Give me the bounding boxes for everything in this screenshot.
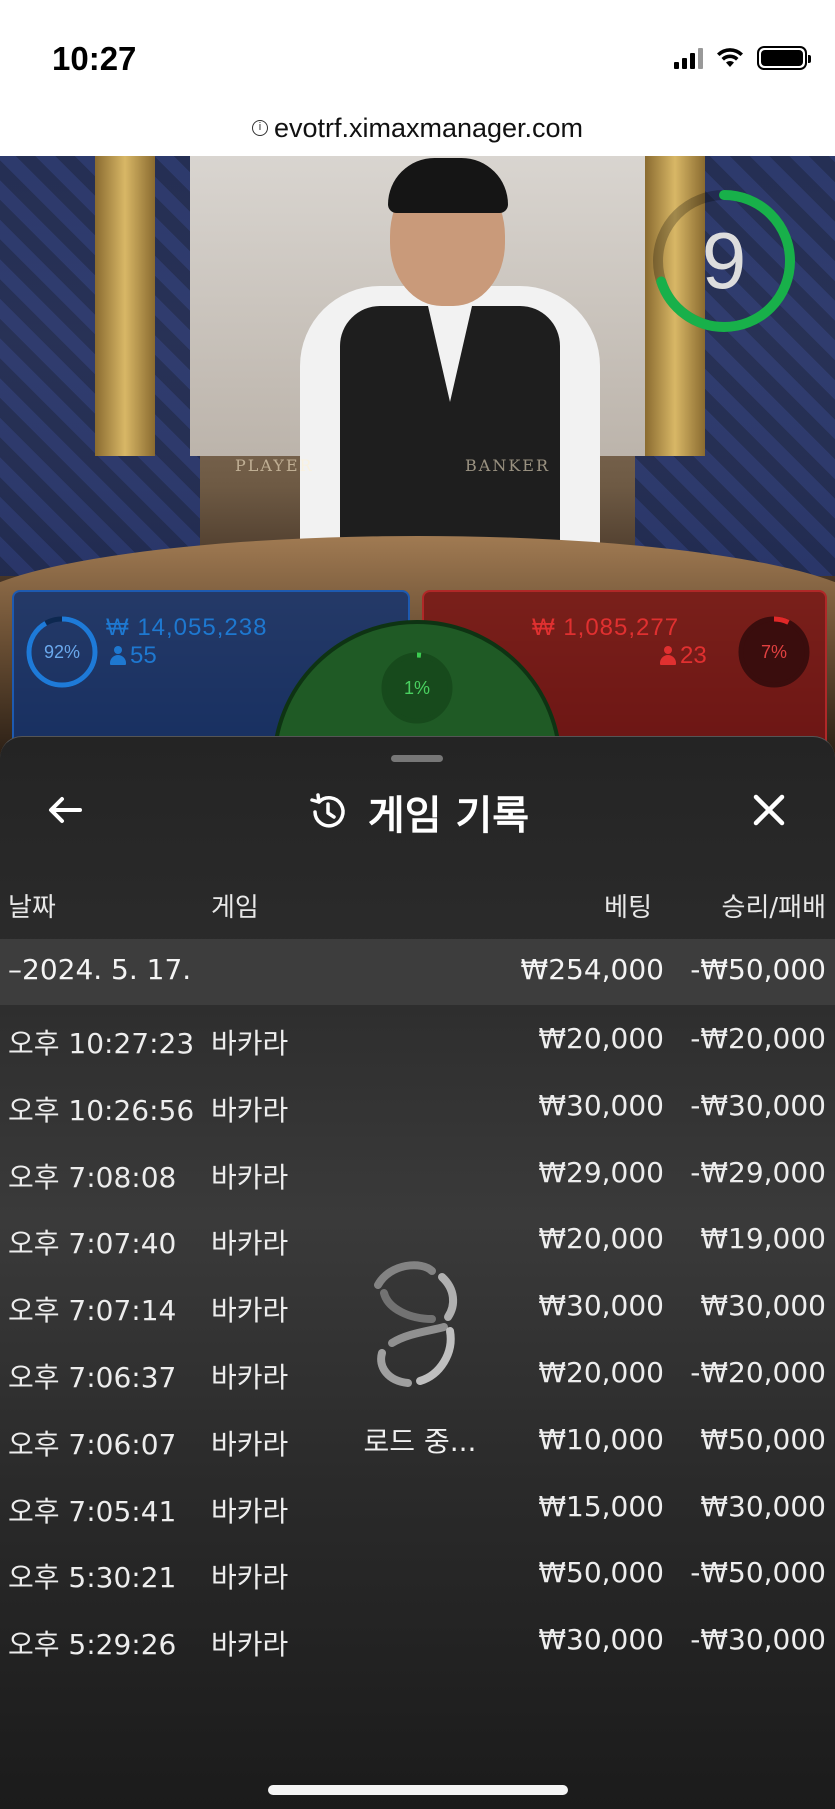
history-row-bet: ₩20,000 [538,1222,664,1256]
countdown-timer: 9 [649,186,799,336]
tie-percent: 1% [403,677,430,698]
info-icon[interactable]: i [251,120,268,136]
history-row[interactable]: 오후 10:27:23 바카라 ₩20,000 -₩20,000 [0,1022,835,1082]
history-row-time: 오후 7:06:37 [8,1361,177,1394]
loading-spinner-icon [374,1261,458,1387]
history-row-game: 바카라 [211,1227,289,1261]
status-bar: 10:27 [0,0,835,100]
history-row-time: 오후 7:07:40 [8,1227,177,1261]
history-row-result: -₩50,000 [690,1556,826,1590]
loading-text: 로드 중... [363,1425,477,1458]
status-icons [674,46,811,70]
history-row-bet: ₩15,000 [538,1489,664,1523]
history-icon [310,793,345,828]
column-header-result[interactable]: 승리/패배 [660,887,826,924]
history-row-time: 오후 5:29:26 [8,1628,177,1662]
countdown-number: 9 [701,216,747,305]
history-row[interactable]: 오후 7:05:41 바카라 ₩15,000 ₩30,000 [0,1490,835,1550]
drag-handle[interactable] [391,755,443,762]
history-row-result: -₩20,000 [690,1022,826,1055]
wifi-icon [717,48,743,67]
history-row[interactable]: 오후 5:29:26 바카라 ₩30,000 -₩30,000 [0,1623,835,1683]
address-bar[interactable]: i evotrf.ximaxmanager.com [0,100,835,156]
history-row-time: 오후 10:27:23 [8,1027,195,1060]
history-row-time: 오후 7:08:08 [8,1160,177,1194]
player-bet-amount: ₩ 14,055,238 [106,614,268,641]
history-row-time: 오후 5:30:21 [8,1561,177,1595]
history-row-game: 바카라 [211,1561,289,1595]
history-row-time: 오후 7:05:41 [8,1494,177,1528]
date-group-result: -₩50,000 [690,953,826,986]
history-row-time: 오후 7:06:07 [8,1427,177,1461]
close-icon[interactable] [744,785,794,835]
history-row-game: 바카라 [211,1027,289,1060]
banker-bet-amount: ₩ 1,085,277 [532,614,680,641]
history-row-result: ₩50,000 [700,1422,826,1456]
history-row-game: 바카라 [211,1628,289,1662]
history-row-bet: ₩30,000 [538,1623,664,1657]
history-row-bet: ₩30,000 [538,1088,664,1122]
history-row-bet: ₩20,000 [538,1022,664,1055]
history-row-bet: ₩29,000 [538,1155,664,1189]
history-row-bet: ₩50,000 [538,1556,664,1590]
date-group-bet: ₩254,000 [520,953,664,986]
player-count: 55 [110,642,157,670]
person-icon [110,646,126,666]
history-row-game: 바카라 [211,1093,289,1127]
history-row-result: ₩19,000 [700,1222,826,1256]
player-percent: 92% [43,641,81,662]
column-header-bet[interactable]: 베팅 [540,887,652,924]
battery-icon [757,46,811,70]
history-row-game: 바카라 [211,1494,289,1528]
banker-count: 23 [660,642,707,670]
banker-percent: 7% [760,641,787,662]
history-row-bet: ₩30,000 [538,1289,664,1323]
history-row-game: 바카라 [211,1427,289,1461]
history-row[interactable]: 오후 5:30:21 바카라 ₩50,000 -₩50,000 [0,1556,835,1616]
history-row-bet: ₩20,000 [538,1356,664,1389]
cellular-signal-icon [674,47,703,69]
history-row-result: -₩20,000 [690,1356,826,1389]
banker-count-value: 23 [680,642,707,669]
player-count-value: 55 [130,642,157,669]
history-row-time: 오후 7:07:14 [8,1294,177,1328]
game-history-sheet: 게임 기록 날짜 게임 베팅 승리/패배 –2024. 5. 17. ₩254,… [0,736,835,1809]
table-label-player: PLAYER [235,456,314,475]
url-text[interactable]: evotrf.ximaxmanager.com [274,113,583,144]
history-row-time: 오후 10:26:56 [8,1093,195,1127]
history-row-result: -₩30,000 [690,1088,826,1122]
history-row-result: -₩30,000 [690,1623,826,1657]
person-icon [660,646,676,666]
history-row-game: 바카라 [211,1160,289,1194]
history-row-result: ₩30,000 [700,1289,826,1323]
date-group-row[interactable]: –2024. 5. 17. ₩254,000 -₩50,000 [0,939,835,1005]
history-row-result: -₩29,000 [690,1155,826,1189]
sheet-header: 게임 기록 [0,783,835,841]
table-label-banker: BANKER [465,456,550,475]
status-time: 10:27 [52,40,137,77]
date-group-date: –2024. 5. 17. [8,953,192,986]
history-row[interactable]: 오후 10:26:56 바카라 ₩30,000 -₩30,000 [0,1089,835,1149]
history-row-game: 바카라 [211,1361,289,1394]
home-indicator[interactable] [268,1785,568,1795]
history-row-game: 바카라 [211,1294,289,1328]
column-header-date[interactable]: 날짜 [8,887,56,924]
history-row[interactable]: 오후 7:08:08 바카라 ₩29,000 -₩29,000 [0,1156,835,1216]
column-header-game[interactable]: 게임 [211,887,259,924]
history-row-result: ₩30,000 [700,1489,826,1523]
sheet-title: 게임 기록 [367,793,530,839]
gold-frame [95,156,155,456]
